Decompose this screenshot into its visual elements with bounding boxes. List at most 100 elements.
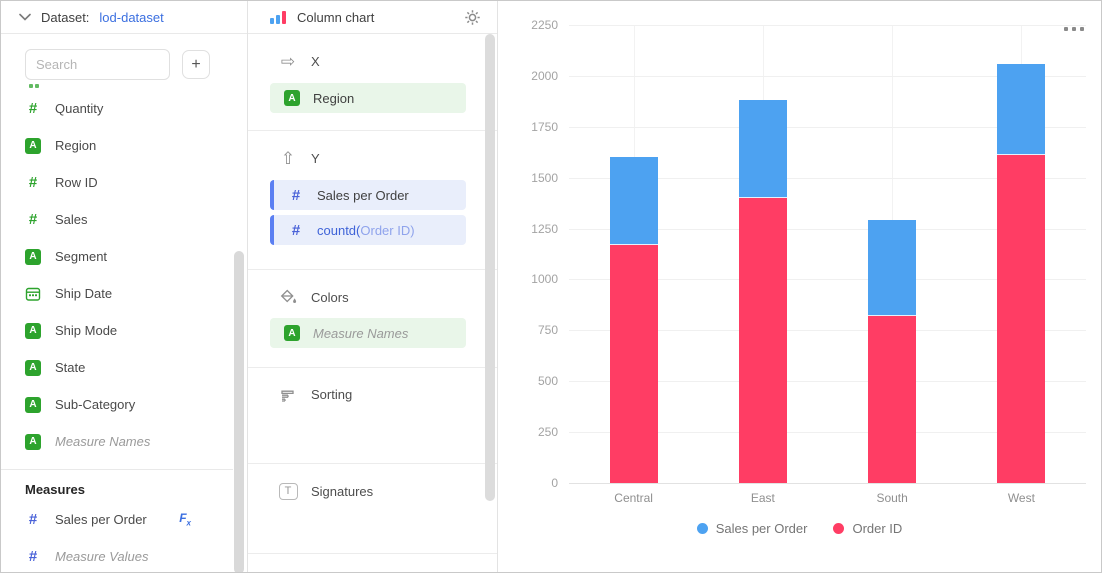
number-type-icon: # xyxy=(25,100,41,117)
section-x-label: X xyxy=(311,54,320,69)
y-axis-tick: 500 xyxy=(498,374,558,388)
y-field-label: Sales per Order xyxy=(317,188,409,203)
field-item-quantity[interactable]: #Quantity xyxy=(1,90,247,127)
field-item-sales-per-order[interactable]: # Sales per Order Fx xyxy=(1,501,247,538)
string-type-icon: A xyxy=(284,325,300,341)
section-sorting: Sorting xyxy=(248,368,497,464)
section-colors: Colors A Measure Names xyxy=(248,270,497,368)
section-colors-header: Colors xyxy=(270,270,466,318)
chart-legend: Sales per Order Order ID xyxy=(498,521,1101,536)
y-axis-tick: 750 xyxy=(498,323,558,337)
x-axis-category-label: South xyxy=(828,491,957,505)
left-panel-scrollbar[interactable] xyxy=(234,251,244,572)
field-label: Measure Names xyxy=(55,434,150,449)
chevron-down-icon[interactable] xyxy=(19,13,31,21)
field-label: Sales per Order xyxy=(55,512,147,527)
y-field-countd-order-id[interactable]: # countd(Order ID) xyxy=(270,215,466,245)
text-signatures-icon: T xyxy=(278,483,298,500)
colors-field-measure-names[interactable]: A Measure Names xyxy=(270,318,466,348)
field-item-sales[interactable]: # Sales xyxy=(1,201,247,238)
bar-segment-sales-per-order-west[interactable] xyxy=(997,64,1045,156)
string-type-icon: A xyxy=(25,360,41,376)
field-label: Sales xyxy=(55,212,88,227)
string-type-icon: A xyxy=(25,323,41,339)
gridline xyxy=(569,483,1086,484)
app-window: Dataset: lod-dataset + #QuantityARegion#… xyxy=(0,0,1102,573)
bar-segment-order-id-south[interactable] xyxy=(868,316,916,483)
section-y-label: Y xyxy=(311,151,320,166)
field-item-state[interactable]: A State xyxy=(1,349,247,386)
paint-bucket-icon xyxy=(278,289,298,305)
section-colors-label: Colors xyxy=(311,290,349,305)
chart-panel: 0250500750100012501500175020002250Centra… xyxy=(498,1,1101,572)
gridline xyxy=(569,25,1086,26)
search-input[interactable] xyxy=(25,49,170,80)
add-field-button[interactable]: + xyxy=(182,50,210,79)
field-label: Ship Date xyxy=(55,286,112,301)
y-field-sales-per-order[interactable]: # Sales per Order xyxy=(270,180,466,210)
legend-item-order-id[interactable]: Order ID xyxy=(833,521,902,536)
number-type-icon: # xyxy=(288,222,304,239)
dimension-list: #QuantityARegion#Row ID#SalesASegmentShi… xyxy=(1,90,247,460)
bar-segment-sales-per-order-east[interactable] xyxy=(739,100,787,198)
section-signatures-header[interactable]: T Signatures xyxy=(270,464,466,513)
field-label: Ship Mode xyxy=(55,323,117,338)
x-axis-category-label: Central xyxy=(569,491,698,505)
measures-header: Measures xyxy=(1,470,247,501)
dataset-name-link[interactable]: lod-dataset xyxy=(99,10,163,25)
dataset-header: Dataset: lod-dataset xyxy=(1,1,247,34)
bar-segment-sales-per-order-central[interactable] xyxy=(610,157,658,245)
field-label: State xyxy=(55,360,85,375)
number-type-icon: # xyxy=(25,548,41,565)
bar-segment-sales-per-order-south[interactable] xyxy=(868,220,916,316)
column-chart-icon xyxy=(270,11,286,24)
field-item-ship-date[interactable]: Ship Date xyxy=(1,275,247,312)
y-axis-tick: 250 xyxy=(498,425,558,439)
field-label: Segment xyxy=(55,249,107,264)
field-item-row-id[interactable]: #Row ID xyxy=(1,164,247,201)
section-sorting-label: Sorting xyxy=(311,387,352,402)
y-axis-tick: 1750 xyxy=(498,120,558,134)
bar-segment-order-id-central[interactable] xyxy=(610,245,658,483)
gear-icon[interactable] xyxy=(464,9,481,26)
field-item-measure-values[interactable]: # Measure Values xyxy=(1,538,247,572)
sorting-icon xyxy=(278,388,298,402)
field-item-measure-names[interactable]: AMeasure Names xyxy=(1,423,247,460)
config-panel-scrollbar[interactable] xyxy=(485,34,495,501)
y-axis-tick: 0 xyxy=(498,476,558,490)
number-type-icon: # xyxy=(25,211,41,228)
field-item-segment[interactable]: A Segment xyxy=(1,238,247,275)
section-sorting-header[interactable]: Sorting xyxy=(270,368,466,415)
plot-area: 0250500750100012501500175020002250Centra… xyxy=(498,1,1101,572)
number-type-icon: # xyxy=(288,187,304,204)
section-y: ⇧ Y # Sales per Order # countd(Order ID) xyxy=(248,131,497,270)
arrow-right-icon: ⇨ xyxy=(278,53,298,70)
formula-icon[interactable]: Fx xyxy=(179,511,191,527)
section-x: ⇨ X A Region xyxy=(248,34,497,131)
legend-color-dot xyxy=(697,523,708,534)
chart-type-label: Column chart xyxy=(297,10,374,25)
y-field-formula-label: countd(Order ID) xyxy=(317,223,415,238)
measure-list: # Sales per Order Fx # Measure Values xyxy=(1,501,247,572)
field-label: Measure Values xyxy=(55,549,148,564)
bar-segment-order-id-east[interactable] xyxy=(739,198,787,483)
legend-label: Sales per Order xyxy=(716,521,808,536)
number-type-icon: # xyxy=(25,511,41,528)
string-type-icon: A xyxy=(25,138,41,154)
chart-type-header[interactable]: Column chart xyxy=(248,1,497,34)
x-field-region[interactable]: A Region xyxy=(270,83,466,113)
field-item-region[interactable]: ARegion xyxy=(1,127,247,164)
chart-config-panel: Column chart ⇨ X A Region ⇧ Y # Sales pe… xyxy=(248,1,498,572)
y-axis-tick: 1250 xyxy=(498,222,558,236)
string-type-icon: A xyxy=(25,249,41,265)
number-type-icon: # xyxy=(25,174,41,191)
arrow-up-icon: ⇧ xyxy=(278,150,298,167)
bar-segment-order-id-west[interactable] xyxy=(997,155,1045,483)
field-item-sub-category[interactable]: ASub-Category xyxy=(1,386,247,423)
legend-label: Order ID xyxy=(852,521,902,536)
x-field-label: Region xyxy=(313,91,354,106)
legend-item-sales-per-order[interactable]: Sales per Order xyxy=(697,521,808,536)
y-axis-tick: 1000 xyxy=(498,272,558,286)
field-item-ship-mode[interactable]: A Ship Mode xyxy=(1,312,247,349)
section-signatures: T Signatures xyxy=(248,464,497,554)
